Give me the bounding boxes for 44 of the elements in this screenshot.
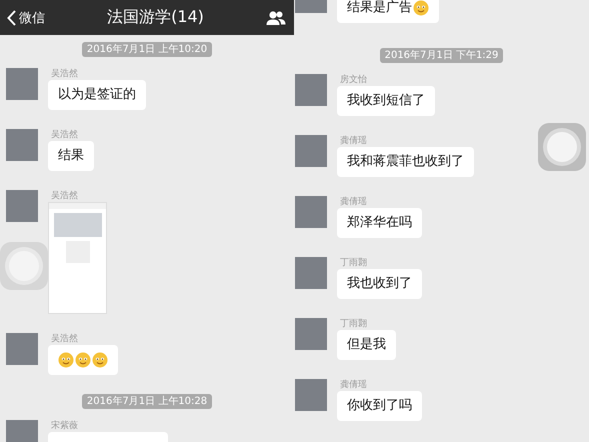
two-people-icon: [266, 10, 286, 26]
avatar-photo-placeholder: [6, 129, 38, 161]
smiley-icon: [58, 352, 74, 368]
sender-name: 丁雨翾: [340, 318, 367, 330]
assistive-touch-button[interactable]: [538, 123, 586, 171]
avatar-photo-placeholder: [295, 379, 327, 411]
timestamp-label: 2016年7月1日 上午10:28: [82, 394, 212, 409]
sender-name: 龚倩瑶: [340, 135, 367, 147]
assistive-touch-button[interactable]: [0, 242, 48, 290]
message-bubble: 结果是广告: [337, 0, 439, 23]
message-bubble: 我也收到了: [337, 269, 422, 299]
sender-name: 吴浩然: [51, 333, 78, 345]
chat-title: 法国游学(14): [107, 7, 204, 28]
chevron-left-icon: [7, 10, 16, 26]
sender-name: 吴浩然: [51, 190, 78, 202]
avatar-photo-placeholder: [295, 257, 327, 289]
message-bubble: 以为是签证的: [48, 80, 146, 110]
smiley-icon: [92, 352, 108, 368]
sender-name: 丁雨翾: [340, 257, 367, 269]
avatar-photo-placeholder: [295, 196, 327, 228]
sender-name: 吴浩然: [51, 129, 78, 141]
message-bubble: 你收到了吗: [337, 391, 422, 421]
message-bubble: 结果: [48, 141, 94, 171]
sender-name: 龚倩瑶: [340, 379, 367, 391]
back-button[interactable]: 微信: [7, 8, 45, 26]
avatar-photo-placeholder: [295, 318, 327, 350]
avatar-photo-placeholder: [295, 135, 327, 167]
sender-name: 房文怡: [340, 74, 367, 86]
message-bubble: 郑泽华在吗: [337, 208, 422, 238]
group-members-button[interactable]: [266, 10, 286, 26]
avatar-photo-placeholder: [295, 74, 327, 106]
message-bubble: 但是我: [337, 330, 396, 360]
smiley-icon: [75, 352, 91, 368]
timestamp-label: 2016年7月1日 上午10:20: [82, 42, 212, 57]
sender-name: 吴浩然: [51, 68, 78, 80]
avatar-photo-placeholder: [6, 190, 38, 222]
message-bubble: 我收到短信了: [337, 86, 435, 116]
sender-name: 龚倩瑶: [340, 196, 367, 208]
avatar-photo-placeholder: [6, 68, 38, 100]
message-bubble: 我和蒋震菲也收到了: [337, 147, 474, 177]
smiley-icon: [413, 0, 429, 16]
sender-name: 宋紫薇: [51, 420, 78, 432]
timestamp-label: 2016年7月1日 下午1:29: [380, 48, 504, 63]
avatar-photo-placeholder: [6, 333, 38, 365]
